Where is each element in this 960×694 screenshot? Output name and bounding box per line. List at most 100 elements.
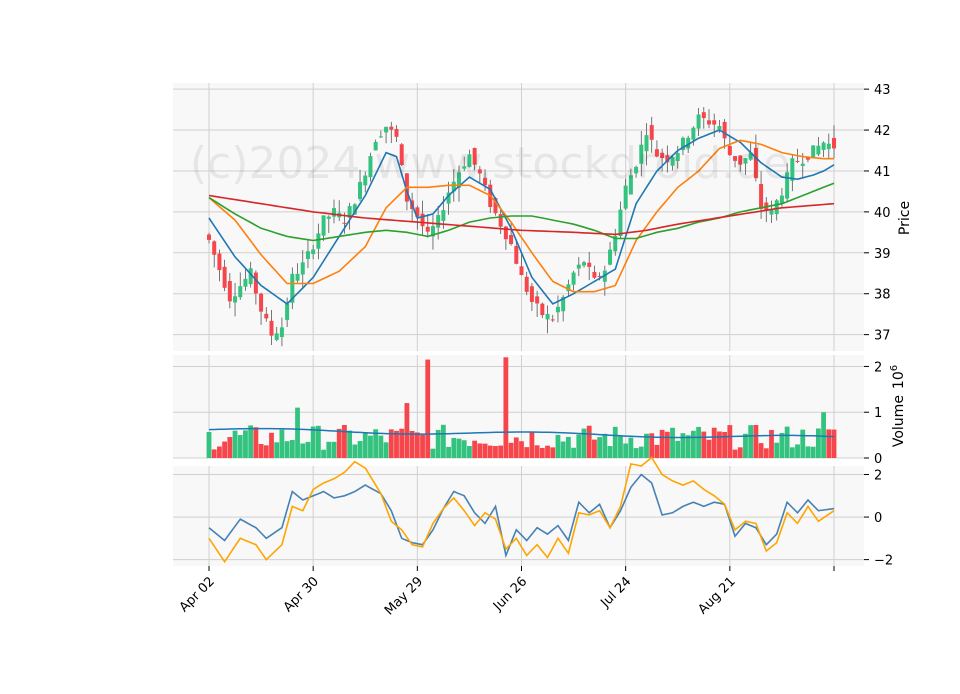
volume-bar-48 bbox=[456, 438, 462, 458]
volume-bar-95 bbox=[701, 431, 707, 458]
candle-body-23 bbox=[326, 216, 331, 219]
volume-bar-104 bbox=[748, 425, 754, 458]
candle-body-95 bbox=[701, 112, 706, 119]
candle-body-5 bbox=[233, 296, 238, 303]
volume-bar-100 bbox=[727, 425, 733, 458]
volume-bar-23 bbox=[326, 441, 332, 458]
volume-bar-13 bbox=[274, 442, 280, 458]
volume-bar-34 bbox=[383, 442, 389, 458]
candle-body-119 bbox=[826, 143, 831, 150]
volume-bar-98 bbox=[717, 431, 722, 458]
volume-bar-80 bbox=[623, 443, 629, 458]
volume-bar-33 bbox=[378, 435, 384, 458]
volume-bar-97 bbox=[711, 427, 717, 458]
volume-bar-96 bbox=[706, 439, 712, 458]
volume-bar-39 bbox=[409, 430, 415, 458]
candle-body-18 bbox=[300, 262, 305, 275]
candle-body-4 bbox=[227, 281, 232, 302]
volume-bar-106 bbox=[758, 443, 764, 458]
candle-body-26 bbox=[342, 222, 347, 224]
candle-body-112 bbox=[790, 158, 795, 181]
volume-bar-93 bbox=[690, 430, 696, 458]
volume-bar-38 bbox=[404, 403, 410, 458]
candle-body-73 bbox=[587, 262, 592, 267]
volume-bar-108 bbox=[769, 429, 774, 458]
volume-bar-66 bbox=[550, 447, 556, 458]
candle-body-74 bbox=[592, 271, 597, 278]
oscillator-background bbox=[173, 466, 864, 566]
volume-bar-94 bbox=[696, 426, 701, 458]
volume-bar-86 bbox=[654, 444, 660, 458]
x-axis: Apr 02 Apr 30 May 29 Jun 26 Jul 24 Aug 21 bbox=[177, 566, 835, 618]
price-ytick-label-1: 38 bbox=[874, 288, 891, 303]
volume-bar-102 bbox=[737, 447, 743, 458]
volume-bar-3 bbox=[222, 441, 228, 458]
volume-bar-68 bbox=[560, 441, 566, 458]
price-ytick-label-3: 40 bbox=[874, 206, 891, 221]
x-tick-label-2: May 29 bbox=[382, 574, 426, 618]
volume-bar-9 bbox=[253, 427, 259, 458]
candle-body-0 bbox=[207, 234, 211, 240]
volume-bar-56 bbox=[498, 445, 504, 458]
candle-body-67 bbox=[555, 306, 560, 313]
volume-bar-117 bbox=[815, 428, 821, 458]
volume-bar-46 bbox=[446, 446, 451, 458]
volume-bar-42 bbox=[425, 359, 431, 458]
volume-bar-75 bbox=[597, 437, 603, 458]
volume-bar-8 bbox=[248, 425, 254, 458]
volume-bar-61 bbox=[524, 447, 530, 458]
volume-ytick-label-2: 2 bbox=[874, 360, 882, 375]
candle-body-113 bbox=[795, 160, 800, 162]
x-tick-label-1: Apr 30 bbox=[281, 574, 322, 615]
candle-body-65 bbox=[545, 313, 550, 320]
candle-body-14 bbox=[279, 327, 284, 338]
candle-body-2 bbox=[217, 253, 222, 271]
volume-bar-112 bbox=[789, 447, 795, 458]
candle-body-6 bbox=[238, 286, 243, 298]
volume-bar-103 bbox=[743, 433, 748, 458]
candle-body-96 bbox=[707, 120, 711, 125]
volume-bar-90 bbox=[675, 440, 681, 458]
volume-bar-116 bbox=[810, 446, 816, 458]
volume-bar-64 bbox=[539, 447, 545, 458]
volume-bar-101 bbox=[732, 449, 738, 458]
candle-body-117 bbox=[816, 145, 821, 155]
volume-bar-67 bbox=[555, 434, 561, 458]
candle-body-15 bbox=[285, 303, 290, 320]
candle-body-56 bbox=[498, 214, 503, 227]
stock-chart: 37 38 39 40 41 42 43 0 1 2 −2 0 2 (c)2024 www.stoc… bbox=[0, 0, 960, 690]
volume-bar-57 bbox=[503, 357, 509, 458]
candle-body-110 bbox=[779, 195, 784, 204]
volume-bar-62 bbox=[529, 432, 535, 458]
volume-bar-87 bbox=[659, 429, 665, 458]
volume-bar-114 bbox=[800, 429, 806, 458]
x-tick-label-3: Jun 26 bbox=[490, 574, 530, 614]
volume-label: Volume bbox=[891, 395, 907, 447]
volume-bar-1 bbox=[211, 449, 217, 458]
price-ytick-label-5: 42 bbox=[874, 124, 891, 139]
volume-scale-base: 10 bbox=[891, 371, 907, 389]
candle-body-79 bbox=[618, 209, 623, 237]
candle-body-44 bbox=[436, 215, 441, 228]
volume-bar-7 bbox=[243, 430, 248, 458]
volume-bar-22 bbox=[321, 449, 326, 458]
candle-body-36 bbox=[394, 128, 399, 137]
candle-body-66 bbox=[550, 319, 555, 321]
volume-bar-37 bbox=[399, 428, 405, 458]
candle-body-60 bbox=[519, 266, 524, 276]
volume-bar-110 bbox=[779, 433, 785, 458]
volume-bar-0 bbox=[206, 432, 212, 458]
volume-bar-60 bbox=[519, 441, 524, 458]
volume-bar-113 bbox=[795, 444, 800, 458]
candle-body-3 bbox=[222, 266, 227, 288]
candle-body-11 bbox=[264, 313, 269, 319]
x-tick-label-4: Jul 24 bbox=[597, 574, 634, 611]
volume-bar-74 bbox=[592, 439, 597, 458]
candle-body-116 bbox=[811, 145, 816, 158]
volume-bar-73 bbox=[586, 425, 592, 458]
volume-bar-47 bbox=[451, 437, 457, 458]
candle-body-71 bbox=[576, 264, 581, 269]
volume-bar-79 bbox=[618, 436, 623, 458]
volume-bar-17 bbox=[295, 407, 300, 458]
volume-bar-70 bbox=[571, 447, 576, 458]
